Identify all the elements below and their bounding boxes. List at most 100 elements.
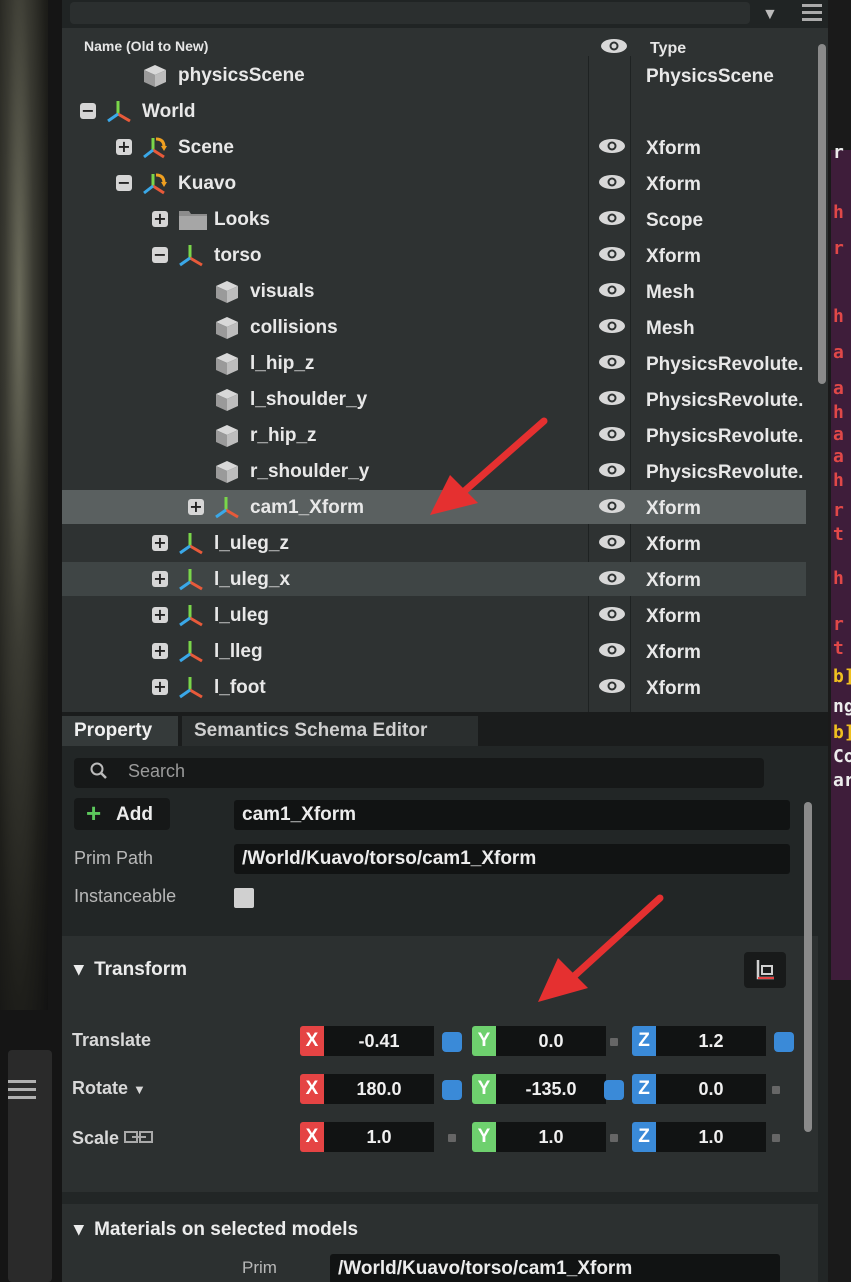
translate-x-key[interactable] bbox=[442, 1032, 462, 1052]
expand-icon[interactable]: + bbox=[188, 499, 204, 515]
visibility-eye-icon[interactable] bbox=[598, 462, 626, 483]
transform-header[interactable]: ▾ Transform bbox=[74, 958, 187, 981]
visibility-eye-icon[interactable] bbox=[598, 498, 626, 519]
rotate-z-key[interactable] bbox=[772, 1086, 780, 1094]
translate-y-key[interactable] bbox=[610, 1038, 618, 1046]
visibility-eye-icon[interactable] bbox=[598, 282, 626, 303]
scale-z-key[interactable] bbox=[772, 1134, 780, 1142]
tree-row[interactable]: − torso Xform bbox=[62, 238, 806, 272]
tree-row[interactable]: + Scene Xform bbox=[62, 130, 806, 164]
prim-name-field[interactable]: cam1_Xform bbox=[234, 800, 790, 830]
scale-y-axis: Y bbox=[472, 1122, 496, 1152]
property-scrollbar[interactable] bbox=[804, 802, 812, 1132]
tree-row[interactable]: + l_lleg Xform bbox=[62, 634, 806, 668]
tree-row-label: Looks bbox=[214, 209, 270, 230]
materials-prim-field[interactable]: /World/Kuavo/torso/cam1_Xform bbox=[330, 1254, 780, 1282]
visibility-eye-icon[interactable] bbox=[598, 642, 626, 663]
prim-path-field[interactable]: /World/Kuavo/torso/cam1_Xform bbox=[234, 844, 790, 874]
rotate-x-input[interactable]: 180.0 bbox=[324, 1074, 434, 1104]
terminal-char: a bbox=[833, 446, 844, 467]
tree-row[interactable]: + l_uleg Xform bbox=[62, 598, 806, 632]
translate-z-key[interactable] bbox=[774, 1032, 794, 1052]
scale-z-input[interactable]: 1.0 bbox=[656, 1122, 766, 1152]
tree-row[interactable]: + l_uleg_z Xform bbox=[62, 526, 806, 560]
instanceable-checkbox[interactable] bbox=[234, 888, 254, 908]
tree-row[interactable]: + cam1_Xform Xform bbox=[62, 490, 806, 524]
name-column-header[interactable]: Name (Old to New) bbox=[84, 38, 208, 54]
tree-row-type: Scope bbox=[646, 210, 704, 231]
scale-link-icon[interactable] bbox=[124, 1128, 154, 1148]
terminal-char: r bbox=[833, 142, 844, 163]
rotate-x-key[interactable] bbox=[442, 1080, 462, 1100]
visibility-eye-icon[interactable] bbox=[598, 570, 626, 591]
visibility-eye-icon[interactable] bbox=[598, 354, 626, 375]
tree-row[interactable]: physicsScene PhysicsScene bbox=[62, 58, 806, 92]
terminal-window-edge bbox=[831, 150, 851, 980]
expand-icon[interactable]: + bbox=[152, 571, 168, 587]
xform-icon bbox=[178, 603, 204, 629]
tree-row-type: Xform bbox=[646, 174, 701, 195]
visibility-eye-icon[interactable] bbox=[598, 210, 626, 231]
expand-icon[interactable]: + bbox=[152, 679, 168, 695]
expand-icon[interactable]: + bbox=[116, 139, 132, 155]
stage-search-input[interactable] bbox=[70, 2, 750, 24]
rotate-y-key[interactable] bbox=[604, 1080, 624, 1100]
visibility-eye-icon[interactable] bbox=[598, 606, 626, 627]
tab-semantics-schema-editor[interactable]: Semantics Schema Editor bbox=[182, 716, 478, 746]
collapse-icon[interactable]: − bbox=[80, 103, 96, 119]
tree-row[interactable]: collisions Mesh bbox=[62, 310, 806, 344]
hamburger-menu-icon[interactable] bbox=[8, 1080, 36, 1100]
tree-row[interactable]: r_hip_z PhysicsRevolute. bbox=[62, 418, 806, 452]
tree-row-type: Xform bbox=[646, 606, 701, 627]
tab-property[interactable]: Property bbox=[62, 716, 178, 746]
visibility-eye-icon[interactable] bbox=[598, 534, 626, 555]
plus-icon: + bbox=[86, 798, 102, 828]
visibility-eye-icon[interactable] bbox=[598, 390, 626, 411]
materials-header[interactable]: ▾ Materials on selected models bbox=[74, 1218, 358, 1241]
stage-menu-icon[interactable] bbox=[802, 4, 822, 25]
expand-icon[interactable]: + bbox=[152, 643, 168, 659]
tree-row[interactable]: l_hip_z PhysicsRevolute. bbox=[62, 346, 806, 380]
translate-y-input[interactable]: 0.0 bbox=[496, 1026, 606, 1056]
visibility-eye-icon[interactable] bbox=[598, 318, 626, 339]
collapse-icon[interactable]: − bbox=[116, 175, 132, 191]
visibility-eye-icon[interactable] bbox=[598, 678, 626, 699]
cube-icon bbox=[214, 351, 240, 377]
add-button[interactable]: + Add bbox=[74, 798, 170, 830]
tree-row[interactable]: − Kuavo Xform bbox=[62, 166, 806, 200]
tree-row[interactable]: l_shoulder_y PhysicsRevolute. bbox=[62, 382, 806, 416]
visibility-eye-icon[interactable] bbox=[598, 174, 626, 195]
expand-icon[interactable]: + bbox=[152, 535, 168, 551]
rotate-z-input[interactable]: 0.0 bbox=[656, 1074, 766, 1104]
visibility-eye-icon[interactable] bbox=[598, 138, 626, 159]
visibility-eye-icon[interactable] bbox=[598, 426, 626, 447]
scale-x-input[interactable]: 1.0 bbox=[324, 1122, 434, 1152]
tree-row[interactable]: − World bbox=[62, 94, 806, 128]
search-icon bbox=[90, 762, 108, 785]
collapse-icon[interactable]: − bbox=[152, 247, 168, 263]
expand-icon[interactable]: + bbox=[152, 607, 168, 623]
visibility-eye-icon[interactable] bbox=[598, 246, 626, 267]
add-button-label: Add bbox=[116, 804, 153, 825]
tree-row-type: Xform bbox=[646, 678, 701, 699]
tree-row[interactable]: visuals Mesh bbox=[62, 274, 806, 308]
stage-scrollbar[interactable] bbox=[818, 44, 826, 384]
scale-y-input[interactable]: 1.0 bbox=[496, 1122, 606, 1152]
scale-y-key[interactable] bbox=[610, 1134, 618, 1142]
translate-z-input[interactable]: 1.2 bbox=[656, 1026, 766, 1056]
tree-row[interactable]: + l_uleg_x Xform bbox=[62, 562, 806, 596]
rotate-z-axis: Z bbox=[632, 1074, 656, 1104]
tree-row[interactable]: + l_foot Xform bbox=[62, 670, 806, 704]
translate-x-input[interactable]: -0.41 bbox=[324, 1026, 434, 1056]
scale-x-key[interactable] bbox=[448, 1134, 456, 1142]
tree-row-label: r_shoulder_y bbox=[250, 461, 370, 482]
tree-row[interactable]: r_shoulder_y PhysicsRevolute. bbox=[62, 454, 806, 488]
rotate-y-input[interactable]: -135.0 bbox=[496, 1074, 606, 1104]
expand-icon[interactable]: + bbox=[152, 211, 168, 227]
terminal-char: h bbox=[833, 402, 844, 423]
instanceable-label: Instanceable bbox=[74, 886, 177, 906]
tree-row[interactable]: + Looks Scope bbox=[62, 202, 806, 236]
filter-icon[interactable]: ▼ bbox=[762, 6, 778, 24]
transform-options-button[interactable] bbox=[744, 952, 786, 988]
rotate-label[interactable]: Rotate ▼ bbox=[72, 1078, 146, 1099]
